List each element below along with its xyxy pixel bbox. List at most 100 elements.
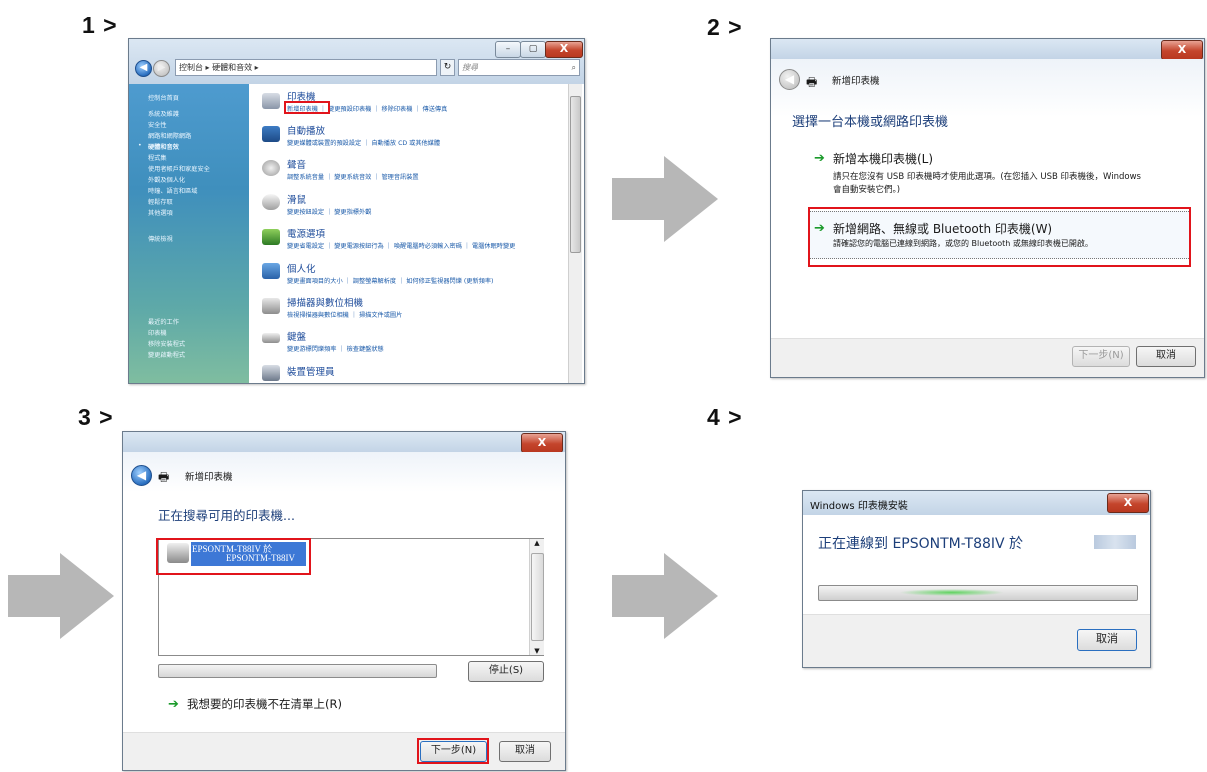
breadcrumb: 控制台 ▸ 硬體和音效 ▸ xyxy=(179,63,259,72)
power-icon xyxy=(262,229,280,245)
step-arrow-icon xyxy=(612,156,718,242)
refresh-icon[interactable]: ↻ xyxy=(440,59,455,76)
item-title-personalize[interactable]: 個人化 xyxy=(287,261,316,275)
redacted-host xyxy=(1094,535,1136,549)
scroll-up-icon[interactable]: ▲ xyxy=(530,539,544,547)
cancel-button[interactable]: 取消 xyxy=(499,741,551,762)
sidebar-item[interactable]: 控制台首頁 xyxy=(148,93,179,102)
window-title: 新增印表機 xyxy=(185,472,233,483)
sidebar-item[interactable]: 時鐘、語言和區域 xyxy=(148,186,198,195)
local-option-desc: 會自動安裝它們。) xyxy=(833,185,901,195)
printer-icon: 🖶 xyxy=(158,470,170,484)
device-manager-icon xyxy=(262,365,280,381)
sidebar-item[interactable]: 傳統檢視 xyxy=(148,234,173,243)
scrollbar-thumb[interactable] xyxy=(570,96,581,253)
progress-indicator xyxy=(899,589,1004,596)
step-arrow-icon xyxy=(8,553,114,639)
window-title: Windows 印表機安裝 xyxy=(810,501,908,512)
step-2-label: 2 > xyxy=(707,14,743,40)
close-button[interactable]: X xyxy=(1107,493,1149,513)
item-links-autoplay[interactable]: 變更媒體或裝置的預設設定 ｜ 自動播放 CD 或其他媒體 xyxy=(287,138,440,147)
window-titlebar xyxy=(123,432,565,452)
close-button[interactable]: X xyxy=(521,433,563,453)
item-links-scanner[interactable]: 檢視掃描器與數位相機 ｜ 掃描文件或圖片 xyxy=(287,310,402,319)
sidebar-item[interactable]: 外觀及個人化 xyxy=(148,175,185,184)
cancel-button[interactable]: 取消 xyxy=(1077,629,1137,651)
keyboard-icon xyxy=(262,333,280,343)
address-bar[interactable]: 控制台 ▸ 硬體和音效 ▸ xyxy=(175,59,437,76)
back-button[interactable]: ◀ xyxy=(135,60,152,77)
highlight-found-printer xyxy=(156,538,311,575)
sidebar-item[interactable]: 使用者帳戶和家庭安全 xyxy=(148,164,210,173)
dialog-heading: 選擇一台本機或網路印表機 xyxy=(792,115,949,130)
local-option-desc: 請只在您沒有 USB 印表機時才使用此選項。(在您插入 USB 印表機後，Win… xyxy=(833,172,1141,182)
vertical-scrollbar[interactable] xyxy=(568,84,582,383)
item-links-power[interactable]: 變更省電設定 ｜ 變更電源按鈕行為 ｜ 喚醒電腦時必須輸入密碼 ｜ 電腦休眠時變… xyxy=(287,241,515,250)
minimize-button[interactable]: – xyxy=(495,41,521,58)
searching-heading: 正在搜尋可用的印表機... xyxy=(158,508,295,523)
maximize-button[interactable]: ▢ xyxy=(520,41,546,58)
item-title-sound[interactable]: 聲音 xyxy=(287,157,306,171)
item-title-power[interactable]: 電源選項 xyxy=(287,226,325,240)
autoplay-icon xyxy=(262,126,280,142)
item-links-sound[interactable]: 調整系統音量 ｜ 變更系統音效 ｜ 管理音訊裝置 xyxy=(287,172,419,181)
step-3-label: 3 > xyxy=(78,404,114,430)
scroll-down-icon[interactable]: ▼ xyxy=(530,647,544,655)
step-1-label: 1 > xyxy=(82,12,118,38)
arrow-icon: ➔ xyxy=(814,151,825,166)
stop-button[interactable]: 停止(S) xyxy=(468,661,544,682)
sidebar-item-current[interactable]: 硬體和音效 xyxy=(148,142,179,151)
item-title-scanner[interactable]: 掃描器與數位相機 xyxy=(287,295,363,309)
list-scrollbar[interactable]: ▲ ▼ xyxy=(529,539,544,655)
search-placeholder: 搜尋 xyxy=(462,63,478,72)
sidebar-item[interactable]: 輕鬆存取 xyxy=(148,197,173,206)
window-titlebar xyxy=(771,39,1204,59)
highlight-next-button xyxy=(417,738,489,764)
search-icon[interactable]: ⌕ xyxy=(572,60,576,76)
printer-install-window: Windows 印表機安裝 X 正在連線到 EPSONTM-T88IV 於 取消 xyxy=(802,490,1151,668)
sidebar-item[interactable]: 系統及維護 xyxy=(148,109,179,118)
search-input[interactable]: 搜尋 ⌕ xyxy=(458,59,580,76)
sidebar-bottom-item[interactable]: 最近的工作 xyxy=(148,317,179,326)
sidebar-item[interactable]: 網路和網際網路 xyxy=(148,131,191,140)
arrow-icon: ➔ xyxy=(814,221,825,236)
sidebar-bottom-item[interactable]: 移除安裝程式 xyxy=(148,339,185,348)
scrollbar-thumb[interactable] xyxy=(531,553,544,641)
close-button[interactable]: X xyxy=(1161,40,1203,60)
item-title-autoplay[interactable]: 自動播放 xyxy=(287,123,325,137)
personalize-icon xyxy=(262,263,280,279)
mouse-icon xyxy=(262,194,280,210)
step-4-label: 4 > xyxy=(707,404,743,430)
add-printer-window-step2: X ◀ 🖶 新增印表機 選擇一台本機或網路印表機 ➔ 新增本機印表機(L) 請只… xyxy=(770,38,1205,378)
sidebar-bottom-item[interactable]: 變更啟動程式 xyxy=(148,350,185,359)
sidebar-bottom-item[interactable]: 印表機 xyxy=(148,328,167,337)
current-bullet-icon: • xyxy=(138,142,142,149)
forward-button[interactable]: ▶ xyxy=(153,60,170,77)
sidebar-item[interactable]: 程式集 xyxy=(148,153,167,162)
item-links-mouse[interactable]: 變更按鈕設定 ｜ 變更指標外觀 xyxy=(287,207,371,216)
highlight-add-printer xyxy=(284,101,330,114)
add-local-printer-option[interactable]: 新增本機印表機(L) xyxy=(833,150,933,167)
add-printer-window-step3: X ◀ 🖶 新增印表機 正在搜尋可用的印表機... ▲ ▼ EPSONTM-T8… xyxy=(122,431,566,771)
sound-icon xyxy=(262,160,280,176)
cancel-button[interactable]: 取消 xyxy=(1136,346,1196,367)
printer-icon xyxy=(262,93,280,109)
next-button[interactable]: 下一步(N) xyxy=(1072,346,1130,367)
printer-not-listed-link[interactable]: 我想要的印表機不在清單上(R) xyxy=(187,696,342,712)
item-title-device-manager[interactable]: 裝置管理員 xyxy=(287,364,335,378)
item-links-personalize[interactable]: 變更畫面項目的大小 ｜ 調整螢幕解析度 ｜ 如何修正監視器閃爍 (更新頻率) xyxy=(287,276,493,285)
item-title-mouse[interactable]: 滑鼠 xyxy=(287,192,306,206)
close-button[interactable]: X xyxy=(545,41,583,58)
back-button[interactable]: ◀ xyxy=(779,69,800,90)
arrow-icon: ➔ xyxy=(168,697,179,712)
connection-progress-bar xyxy=(818,585,1138,601)
item-title-keyboard[interactable]: 鍵盤 xyxy=(287,329,306,343)
back-button[interactable]: ◀ xyxy=(131,465,152,486)
sidebar-item[interactable]: 其他選項 xyxy=(148,208,173,217)
sidebar: 控制台首頁 系統及維護 安全性 網路和網際網路 硬體和音效 • 程式集 使用者帳… xyxy=(129,84,249,383)
item-links-keyboard[interactable]: 變更游標閃爍頻率 ｜ 檢查鍵盤狀態 xyxy=(287,344,384,353)
add-network-printer-option[interactable]: 新增網路、無線或 Bluetooth 印表機(W) xyxy=(833,220,1052,237)
window-title: 新增印表機 xyxy=(832,76,880,87)
printer-icon: 🖶 xyxy=(806,75,818,89)
sidebar-item[interactable]: 安全性 xyxy=(148,120,167,129)
